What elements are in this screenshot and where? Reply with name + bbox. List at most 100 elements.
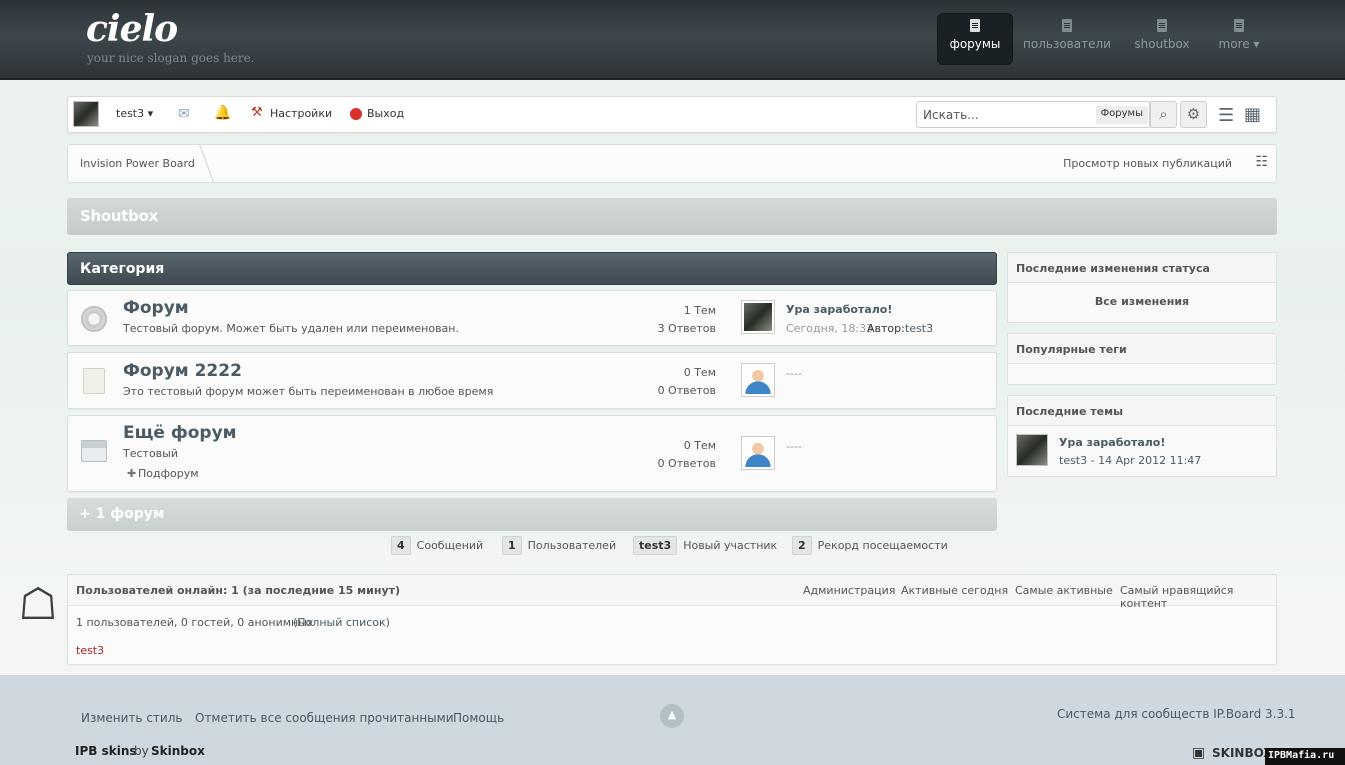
online-user-link[interactable]: test3	[76, 644, 104, 657]
all-status-link[interactable]: Все изменения	[1008, 283, 1276, 308]
default-avatar	[741, 363, 775, 397]
reply-count: 3 Ответов	[657, 322, 716, 335]
nav-tab-users[interactable]: пользователи	[1023, 13, 1111, 65]
more-forums-bar[interactable]: + 1 форум	[67, 498, 997, 531]
full-list-link[interactable]: (Полный список)	[293, 616, 390, 629]
nav-tab-label: shoutbox	[1134, 37, 1190, 51]
topic-count: 1 Тем	[683, 304, 716, 317]
last-post-title[interactable]: Ура заработало!	[786, 303, 892, 316]
active-today-link[interactable]: Активные сегодня	[901, 584, 1008, 597]
sidebar-popular-tags: Популярные теги	[1007, 333, 1277, 385]
forum-read-icon	[81, 306, 107, 332]
recent-topic-title[interactable]: Ура заработало!	[1059, 436, 1165, 449]
last-post-empty: ----	[786, 440, 802, 453]
stat-members: 1 Пользователей	[502, 536, 616, 555]
list-view-icon[interactable]: ☰	[1218, 105, 1234, 126]
users-online-icon: ☖	[18, 579, 58, 630]
shoutbox-bar[interactable]: Shoutbox	[67, 198, 1277, 235]
new-posts-link[interactable]: Просмотр новых публикаций	[1063, 157, 1232, 170]
site-footer: Изменить стиль Отметить все сообщения пр…	[0, 675, 1345, 765]
site-logo[interactable]: cielo	[86, 8, 178, 50]
sidebar-heading: Популярные теги	[1008, 334, 1276, 364]
gear-icon: ⚙	[1186, 105, 1201, 123]
skinbox-link[interactable]: Skinbox	[151, 744, 205, 758]
powered-by[interactable]: Система для сообществ IP.Board 3.3.1	[1057, 707, 1296, 721]
last-post-date: Сегодня, 18:33	[786, 322, 874, 335]
forum-description: Это тестовый форум может быть переименов…	[123, 385, 494, 398]
topic-count: 0 Тем	[683, 439, 716, 452]
search-icon: ⌕	[1159, 105, 1168, 123]
forum-title[interactable]: Форум 2222	[123, 361, 242, 381]
document-icon	[1234, 19, 1244, 32]
search-button[interactable]: ⌕	[1150, 101, 1177, 128]
forum-title[interactable]: Ещё форум	[123, 423, 237, 443]
topic-count: 0 Тем	[683, 366, 716, 379]
back-to-top-icon[interactable]: ▲	[660, 704, 684, 728]
nav-tab-more[interactable]: more ▾	[1201, 13, 1277, 65]
logout-icon	[350, 108, 362, 120]
forum-redirect-icon	[83, 368, 105, 394]
clapperboard-icon	[81, 440, 107, 462]
document-icon	[970, 19, 980, 32]
last-post-author[interactable]: test3	[905, 322, 933, 335]
list-icon[interactable]: ☷	[1255, 154, 1268, 170]
forum-row: Ещё форум Тестовый ✚ Подфорум 0 Тем 0 От…	[67, 415, 997, 492]
search-box: Искать... Форумы	[916, 101, 1150, 128]
last-poster-avatar[interactable]	[741, 300, 775, 334]
sidebar-status-updates: Последние изменения статуса Все изменени…	[1007, 252, 1277, 323]
site-slogan: your nice slogan goes here.	[87, 51, 255, 65]
logout-link[interactable]: Выход	[367, 107, 404, 120]
stat-newest-member[interactable]: test3 Новый участник	[633, 536, 777, 555]
ipb-skins-link[interactable]: IPB skins	[75, 744, 137, 758]
breadcrumb: Invision Power Board Просмотр новых публ…	[67, 144, 1277, 183]
sidebar-heading: Последние темы	[1008, 396, 1276, 426]
change-skin-link[interactable]: Изменить стиль	[81, 711, 182, 725]
document-icon	[1157, 19, 1167, 32]
category-header[interactable]: Категория	[67, 252, 997, 285]
stat-record: 2 Рекорд посещаемости	[792, 536, 948, 555]
notifications-icon[interactable]: 🔔	[214, 105, 231, 121]
subforum-icon: ✚	[127, 467, 137, 480]
box-icon: ▣	[1192, 745, 1206, 761]
mark-read-link[interactable]: Отметить все сообщения прочитанными	[195, 711, 454, 725]
subforum-link[interactable]: Подфорум	[138, 467, 199, 480]
top-posters-link[interactable]: Самые активные	[1015, 584, 1113, 597]
watermark: IPBMafia.ru	[1265, 748, 1345, 765]
tools-icon: ⚒	[251, 105, 263, 120]
stat-posts: 4 Сообщений	[391, 536, 483, 555]
help-link[interactable]: Помощь	[453, 711, 504, 725]
site-header: cielo your nice slogan goes here. форумы…	[0, 0, 1345, 80]
avatar[interactable]	[73, 101, 99, 127]
settings-link[interactable]: Настройки	[270, 107, 332, 120]
sidebar-heading: Последние изменения статуса	[1008, 253, 1276, 283]
forum-description: Тестовый	[123, 447, 178, 460]
search-input[interactable]: Искать...	[923, 108, 979, 122]
sidebar-recent-topics: Последние темы Ура заработало! test3 - 1…	[1007, 395, 1277, 477]
document-icon	[1062, 19, 1072, 32]
reply-count: 0 Ответов	[657, 384, 716, 397]
category-title: Категория	[80, 261, 165, 277]
forum-row: Форум 2222 Это тестовый форум может быть…	[67, 352, 997, 409]
nav-tab-label: форумы	[949, 37, 1001, 51]
nav-tab-label: пользователи	[1023, 37, 1111, 51]
online-title: Пользователей онлайн: 1 (за последние 15…	[76, 584, 401, 597]
breadcrumb-root[interactable]: Invision Power Board	[80, 157, 195, 170]
online-header: Пользователей онлайн: 1 (за последние 15…	[68, 575, 1276, 610]
user-menu[interactable]: test3 ▾	[116, 107, 153, 120]
skinbox-logo[interactable]: SKINBOX	[1212, 746, 1273, 760]
reply-count: 0 Ответов	[657, 457, 716, 470]
most-liked-link[interactable]: Самый нравящийся контент	[1120, 584, 1276, 610]
grid-view-icon[interactable]: ▦	[1244, 104, 1261, 125]
search-options-button[interactable]: ⚙	[1180, 101, 1207, 128]
nav-tab-forums[interactable]: форумы	[937, 13, 1013, 65]
messages-icon[interactable]: ✉	[178, 106, 190, 122]
last-post-author-label: Автор:	[867, 322, 905, 335]
nav-tab-shoutbox[interactable]: shoutbox	[1124, 13, 1200, 65]
avatar[interactable]	[1016, 434, 1048, 466]
admin-link[interactable]: Администрация	[803, 584, 895, 597]
forum-row: Форум Тестовый форум. Может быть удален …	[67, 290, 997, 346]
online-summary: 1 пользователей, 0 гостей, 0 анонимных	[76, 616, 314, 629]
forum-title[interactable]: Форум	[123, 298, 189, 318]
user-bar: test3 ▾ ✉ 🔔 ⚒ Настройки Выход Искать... …	[67, 96, 1277, 133]
search-scope[interactable]: Форумы	[1095, 106, 1148, 124]
